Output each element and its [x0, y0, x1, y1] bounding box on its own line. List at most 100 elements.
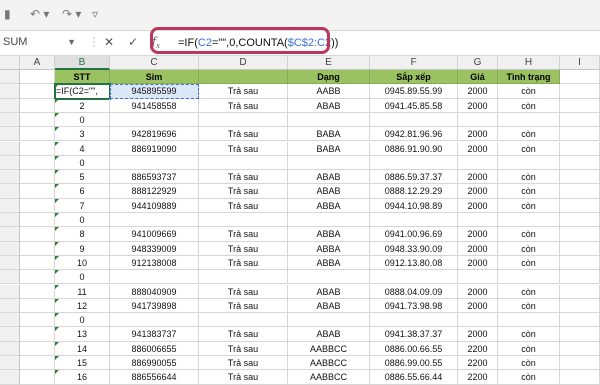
cell-loai[interactable] [199, 112, 288, 128]
cell-sapxep[interactable]: 0942.81.96.96 [370, 127, 458, 142]
cell-tinhtrang[interactable]: còn [498, 341, 560, 356]
column-header-g[interactable]: G [458, 56, 498, 70]
cell-gia[interactable]: 2000 [458, 198, 498, 213]
cell-loai[interactable]: Trả sau [199, 141, 288, 156]
header-sapxep[interactable]: Sắp xếp [370, 70, 458, 85]
cell-dang[interactable]: AABBCC [288, 341, 370, 356]
cell-sapxep[interactable]: 0941.73.98.98 [370, 298, 458, 314]
cell-gia[interactable] [458, 270, 498, 285]
cell-tinhtrang[interactable]: còn [498, 84, 560, 99]
cell-sim[interactable]: 941009669 [110, 227, 199, 242]
customize-qat-icon[interactable]: ▿ [92, 7, 98, 21]
cell-dang[interactable]: ABAB [288, 327, 370, 342]
cell-sapxep[interactable] [370, 270, 458, 285]
cell-stt[interactable]: 0 [55, 270, 110, 285]
cell-i[interactable] [560, 184, 600, 199]
cell-tinhtrang[interactable] [498, 313, 560, 328]
cell-loai[interactable]: Trả sau [199, 98, 288, 113]
header-dang[interactable]: Dạng [288, 70, 370, 85]
cell-sim[interactable] [110, 313, 199, 328]
cell-loai[interactable]: Trả sau [199, 284, 288, 299]
cell-a[interactable] [20, 184, 55, 199]
cell-loai[interactable]: Trả sau [199, 84, 288, 99]
active-cell[interactable]: =IF(C2="", [54, 83, 111, 100]
row-header[interactable] [0, 98, 20, 113]
cell-tinhtrang[interactable]: còn [498, 327, 560, 342]
cell-sapxep[interactable]: 0888.04.09.09 [370, 284, 458, 299]
redo-icon[interactable]: ↷ ▾ [62, 7, 81, 21]
cell-sim[interactable]: 886006655 [110, 341, 199, 356]
cell-sapxep[interactable] [370, 213, 458, 228]
cell-sim[interactable]: 888040909 [110, 284, 199, 299]
header-tinhtrang[interactable]: Tình trạng [498, 70, 560, 85]
cell-a[interactable] [20, 141, 55, 156]
cell-a[interactable] [20, 313, 55, 328]
enter-check-icon[interactable]: ✓ [128, 33, 138, 51]
cell-dang[interactable]: ABAB [288, 184, 370, 199]
row-header[interactable] [0, 198, 20, 213]
cell-tinhtrang[interactable]: còn [498, 255, 560, 271]
cell-stt[interactable]: 0 [55, 213, 110, 228]
cell-i[interactable] [560, 284, 600, 299]
cell-sim[interactable] [110, 155, 199, 171]
cell-stt[interactable]: 9 [55, 241, 110, 256]
cell-loai[interactable] [199, 313, 288, 328]
cell-stt[interactable]: 0 [55, 313, 110, 328]
cell-dang[interactable] [288, 313, 370, 328]
cancel-icon[interactable]: ✕ [104, 33, 114, 51]
row-header[interactable] [0, 155, 20, 171]
cell-i[interactable] [560, 213, 600, 228]
cell-gia[interactable]: 2000 [458, 255, 498, 271]
cell-sapxep[interactable]: 0886.55.66.44 [370, 370, 458, 385]
column-header-d[interactable]: D [199, 56, 288, 70]
cell-gia[interactable] [458, 155, 498, 171]
cell-sim[interactable] [110, 213, 199, 228]
column-header-e[interactable]: E [288, 56, 370, 70]
cell-a[interactable] [20, 341, 55, 356]
cell-loai[interactable]: Trả sau [199, 241, 288, 256]
cell-tinhtrang[interactable]: còn [498, 356, 560, 371]
cell-sapxep[interactable]: 0941.38.37.37 [370, 327, 458, 342]
cell-sapxep[interactable]: 0886.91.90.90 [370, 141, 458, 156]
cell-i[interactable] [560, 112, 600, 128]
cell-dang[interactable]: ABAB [288, 170, 370, 185]
cell-stt[interactable]: 6 [55, 184, 110, 199]
cell-i[interactable] [560, 127, 600, 142]
cell-loai[interactable]: Trả sau [199, 327, 288, 342]
cell-a[interactable] [20, 84, 55, 99]
cell-sapxep[interactable] [370, 313, 458, 328]
cell-tinhtrang[interactable] [498, 155, 560, 171]
chevron-down-icon[interactable]: ▼ [67, 33, 76, 51]
cell-a[interactable] [20, 127, 55, 142]
cell-gia[interactable]: 2200 [458, 341, 498, 356]
row-header[interactable] [0, 327, 20, 342]
cell-i[interactable] [560, 155, 600, 171]
cell-stt[interactable]: 10 [55, 255, 110, 271]
row-header[interactable] [0, 341, 20, 356]
cell-sapxep[interactable] [370, 155, 458, 171]
cell-sapxep[interactable]: 0886.00.66.55 [370, 341, 458, 356]
cell-dang[interactable] [288, 155, 370, 171]
cell-sim[interactable]: 941458558 [110, 98, 199, 113]
cell-loai[interactable]: Trả sau [199, 255, 288, 271]
cell-sapxep[interactable]: 0944.10.98.89 [370, 198, 458, 213]
cell-sim[interactable] [110, 270, 199, 285]
cell-a-header[interactable] [20, 70, 55, 85]
cell-stt[interactable]: 12 [55, 298, 110, 314]
cell-i[interactable] [560, 298, 600, 314]
cell-dang[interactable] [288, 112, 370, 128]
cell-stt[interactable]: 11 [55, 284, 110, 299]
row-header[interactable] [0, 284, 20, 299]
cell-sapxep[interactable]: 0941.45.85.58 [370, 98, 458, 113]
cell-loai[interactable] [199, 155, 288, 171]
cell-dang[interactable]: AABB [288, 84, 370, 99]
cell-dang[interactable]: ABBA [288, 255, 370, 271]
cell-a[interactable] [20, 298, 55, 314]
cell-tinhtrang[interactable] [498, 112, 560, 128]
cell-gia[interactable]: 2000 [458, 227, 498, 242]
cell-stt[interactable]: 5 [55, 170, 110, 185]
row-header[interactable] [0, 313, 20, 328]
cell-sim[interactable]: 945895599 [110, 84, 199, 99]
cell-dang[interactable]: AABBCC [288, 370, 370, 385]
row-header[interactable] [0, 184, 20, 199]
